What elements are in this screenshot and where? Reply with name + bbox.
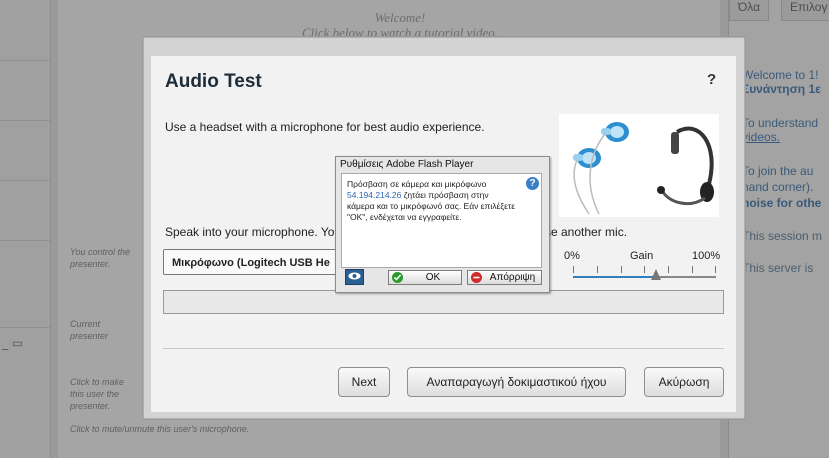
chat-meeting-name: Συνάντηση 1ε — [742, 82, 821, 96]
chat-noise: noise for othe — [742, 196, 822, 210]
chat-server: This server is — [742, 261, 814, 275]
headset-image — [559, 114, 719, 217]
chat-session: This session m — [742, 229, 823, 243]
chat-videos-link[interactable]: videos. — [742, 130, 829, 144]
gain-control: 0% Gain 100% — [562, 250, 722, 284]
gain-ticks — [573, 266, 716, 274]
dialog-title: Audio Test — [165, 71, 262, 92]
help-button[interactable]: ? — [707, 71, 716, 88]
instructions-text: Use a headset with a microphone for best… — [165, 120, 485, 134]
gain-slider-handle[interactable] — [650, 269, 661, 280]
left-panel: _ ▭ — [0, 0, 51, 458]
tab-all[interactable]: Όλα — [729, 0, 770, 21]
speak-instructions: Speak into your microphone. Yo — [165, 225, 335, 239]
gain-label: Gain — [630, 250, 654, 262]
window-controls[interactable]: _ ▭ — [2, 336, 23, 350]
flash-ip-address: 54.194.214.26 — [347, 190, 402, 200]
chat-understand: To understand — [742, 116, 819, 130]
flash-message-box: Πρόσβαση σε κάμερα και μικρόφωνο 54.194.… — [341, 173, 542, 268]
speak-instructions-end: se another mic. — [545, 225, 628, 239]
gain-min-label: 0% — [564, 250, 580, 262]
note-make-presenter: Click to make this user the presenter. — [70, 377, 125, 411]
gain-fill — [573, 276, 656, 278]
welcome-title: Welcome! — [374, 10, 426, 25]
check-icon — [392, 272, 403, 283]
cancel-button[interactable]: Ακύρωση — [644, 367, 724, 397]
tab-options[interactable]: Επιλογ — [781, 0, 829, 21]
chat-welcome: Welcome to 1! — [742, 68, 819, 82]
flash-ok-button[interactable]: OK — [388, 270, 462, 285]
flash-deny-button[interactable]: Απόρριψη — [467, 270, 542, 285]
next-button[interactable]: Next — [338, 367, 390, 397]
flash-help-icon[interactable]: ? — [526, 177, 539, 190]
privacy-monitor-icon[interactable] — [345, 269, 364, 285]
welcome-text: Welcome! Click below to watch a tutorial… — [300, 10, 500, 40]
flash-title: Ρυθμίσεις Adobe Flash Player — [340, 159, 474, 170]
flash-deny-label: Απόρριψη — [489, 272, 536, 283]
play-test-sound-button[interactable]: Αναπαραγωγή δοκιμαστικού ήχου — [407, 367, 626, 397]
gain-max-label: 100% — [692, 250, 721, 262]
flash-ok-label: OK — [425, 272, 441, 283]
deny-icon — [471, 272, 482, 283]
headset-illustration — [573, 122, 714, 215]
note-presenter-control: You control the presenter. — [70, 247, 131, 269]
chat-hand-corner: hand corner). — [742, 180, 814, 194]
note-current-presenter: Current presenter — [70, 319, 109, 341]
flash-settings-dialog: Ρυθμίσεις Adobe Flash Player Πρόσβαση σε… — [335, 156, 550, 293]
flash-message-heading: Πρόσβαση σε κάμερα και μικρόφωνο — [347, 179, 487, 189]
chat-join-audio: To join the au — [742, 164, 814, 178]
flash-message: Πρόσβαση σε κάμερα και μικρόφωνο 54.194.… — [347, 179, 517, 223]
note-mute-unmute: Click to mute/unmute this user's microph… — [70, 424, 250, 434]
dialog-divider — [163, 348, 724, 349]
mic-level-meter — [163, 290, 724, 314]
